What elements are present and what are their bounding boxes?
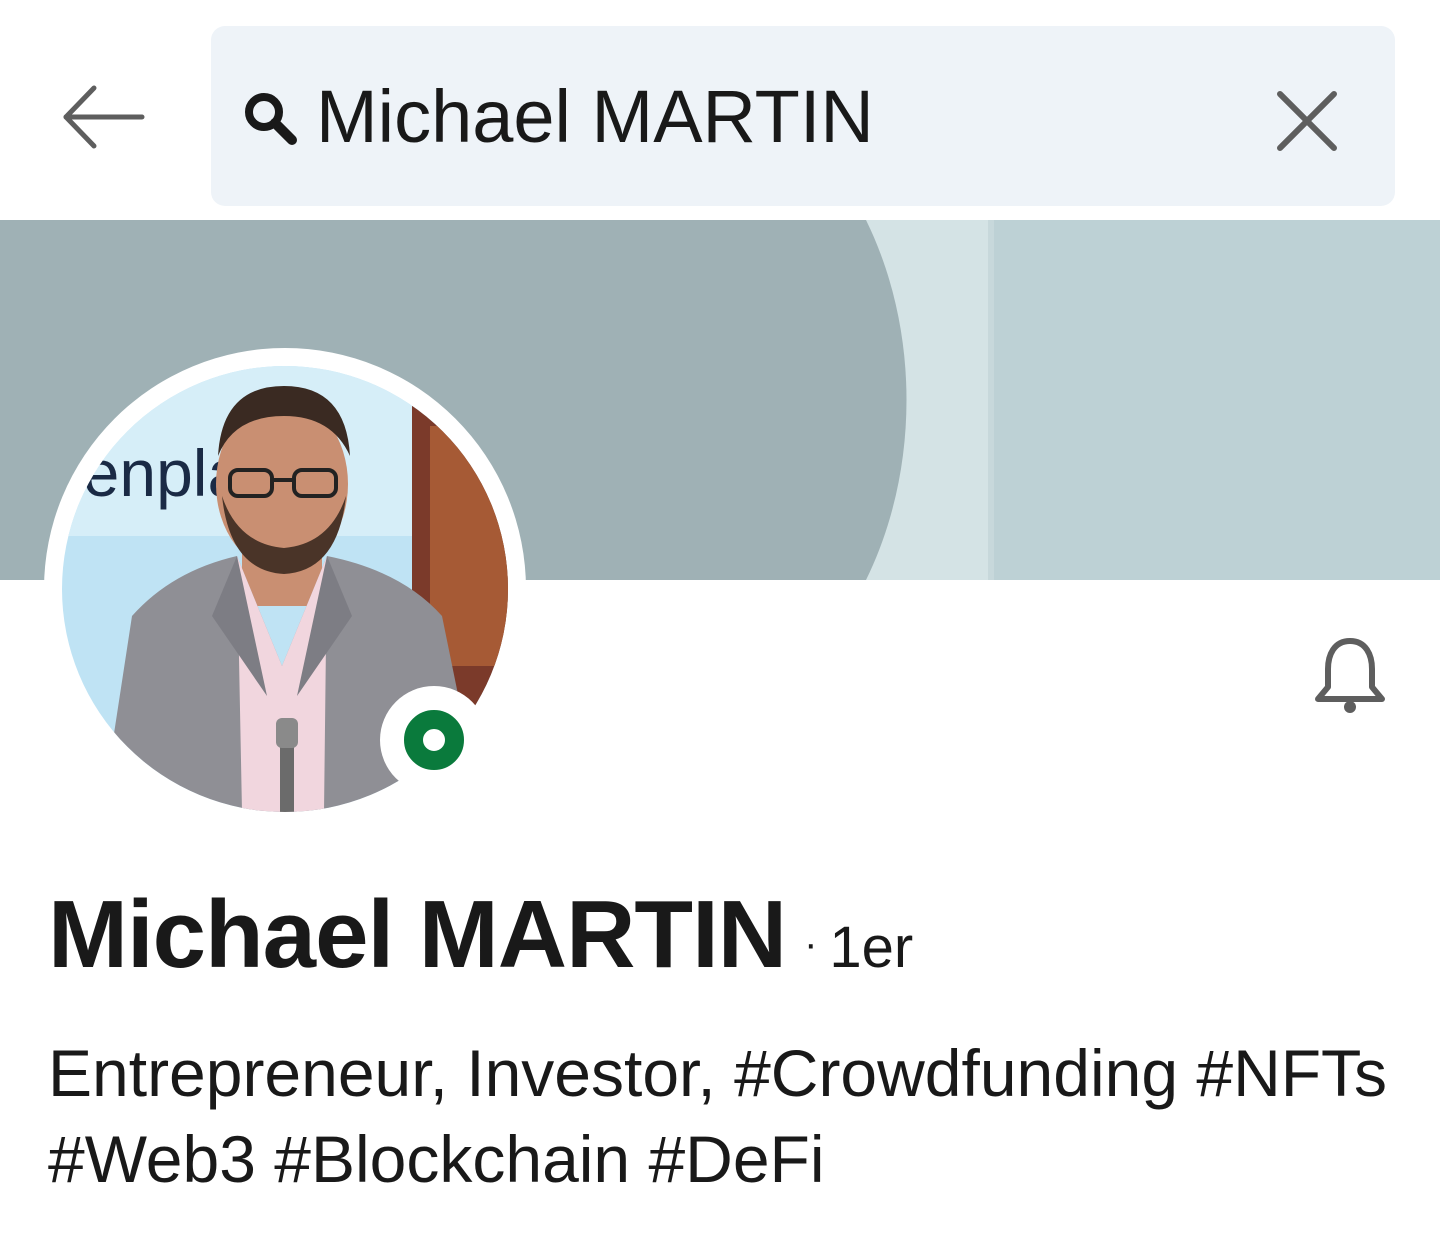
notifications-bell-button[interactable] xyxy=(1300,626,1400,726)
degree-label: 1er xyxy=(829,915,914,980)
clear-search-button[interactable] xyxy=(1262,76,1352,166)
arrow-left-icon xyxy=(63,85,145,149)
profile-headline: Entrepreneur, Investor, #Crowdfunding #N… xyxy=(48,1036,1388,1196)
online-status-badge xyxy=(380,686,488,794)
profile-name-row: Michael MARTIN · 1er xyxy=(48,880,913,1000)
back-button[interactable] xyxy=(48,72,158,162)
top-search-bar xyxy=(0,0,1440,220)
magnifier-icon xyxy=(245,93,297,145)
bell-icon xyxy=(1315,638,1385,713)
connection-degree: · 1er xyxy=(804,914,913,981)
degree-separator: · xyxy=(804,922,818,966)
search-input[interactable] xyxy=(316,62,1236,172)
profile-name: Michael MARTIN xyxy=(48,881,787,988)
close-icon xyxy=(1277,91,1337,151)
online-status-icon xyxy=(404,710,464,770)
